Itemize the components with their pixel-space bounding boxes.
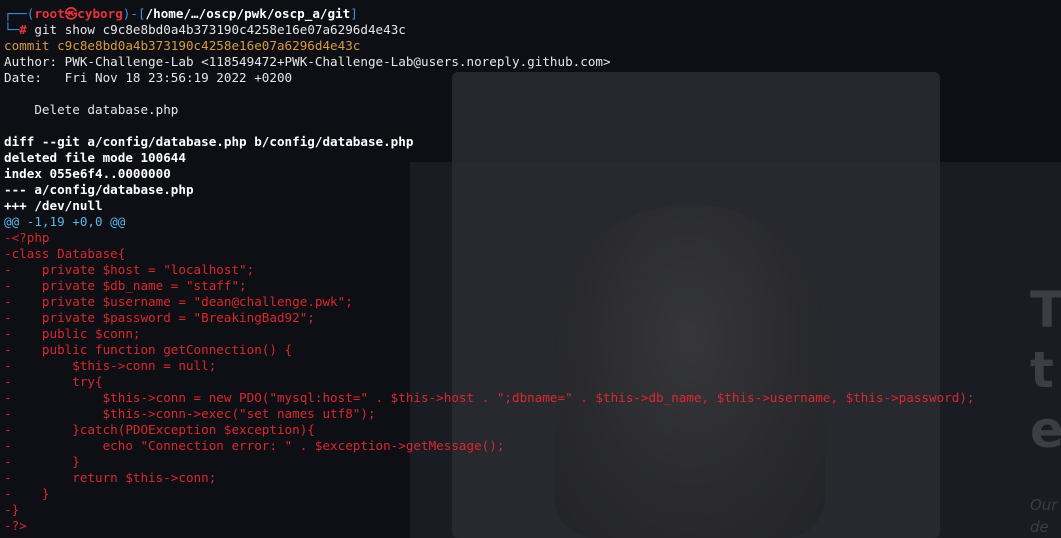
prompt-hash: # (19, 22, 27, 37)
diff-removed-line: -<?php (4, 230, 50, 245)
diff-removed-line: - }catch(PDOException $exception){ (4, 422, 315, 437)
author-line: Author: PWK-Challenge-Lab <118549472+PWK… (4, 54, 611, 69)
diff-removed-line: - $this->conn->exec("set names utf8"); (4, 406, 376, 421)
diff-header: diff --git a/config/database.php b/confi… (4, 134, 414, 149)
diff-removed-line: - return $this->conn; (4, 470, 217, 485)
hunk-header: @@ -1,19 +0,0 @@ (4, 214, 126, 229)
diff-removed-line: - private $db_name = "staff"; (4, 278, 247, 293)
diff-removed-line: - $this->conn = null; (4, 358, 217, 373)
prompt-user: root (34, 6, 65, 21)
diff-removed-line: -class Database{ (4, 246, 126, 261)
index-line: index 055e6f4..0000000 (4, 166, 171, 181)
prompt-at-symbol: ㉿ (64, 6, 78, 21)
diff-removed-line: -?> (4, 518, 27, 533)
prompt-line: ┌──(root㉿cyborg)-[/home/…/oscp/pwk/oscp_… (4, 6, 358, 21)
commit-message: Delete database.php (4, 102, 179, 117)
diff-removed-line: - } (4, 454, 80, 469)
command-text: git show c9c8e8bd0a4b373190c4258e16e07a6… (34, 22, 406, 37)
diff-removed-line: - private $password = "BreakingBad92"; (4, 310, 315, 325)
diff-removed-line: - private $username = "dean@challenge.pw… (4, 294, 353, 309)
prompt-path: /home/…/oscp/pwk/oscp_a/git (145, 6, 351, 21)
prompt-host: cyborg (77, 6, 123, 21)
minus-file-line: --- a/config/database.php (4, 182, 194, 197)
diff-removed-line: - private $host = "localhost"; (4, 262, 255, 277)
diff-removed-line: - try{ (4, 374, 103, 389)
command-line: └─# git show c9c8e8bd0a4b373190c4258e16e… (4, 22, 406, 37)
date-line: Date: Fri Nov 18 23:56:19 2022 +0200 (4, 70, 293, 85)
diff-removed-line: -} (4, 502, 20, 517)
diff-removed-line: - public function getConnection() { (4, 342, 293, 357)
diff-removed-line: - public $conn; (4, 326, 141, 341)
terminal-output[interactable]: ┌──(root㉿cyborg)-[/home/…/oscp/pwk/oscp_… (0, 0, 1061, 538)
diff-removed-line: - } (4, 486, 50, 501)
diff-removed-line: - $this->conn = new PDO("mysql:host=" . … (4, 390, 975, 405)
plus-file-line: +++ /dev/null (4, 198, 103, 213)
deleted-mode-line: deleted file mode 100644 (4, 150, 186, 165)
commit-line: commit c9c8e8bd0a4b373190c4258e16e07a629… (4, 38, 361, 53)
diff-removed-line: - echo "Connection error: " . $exception… (4, 438, 505, 453)
